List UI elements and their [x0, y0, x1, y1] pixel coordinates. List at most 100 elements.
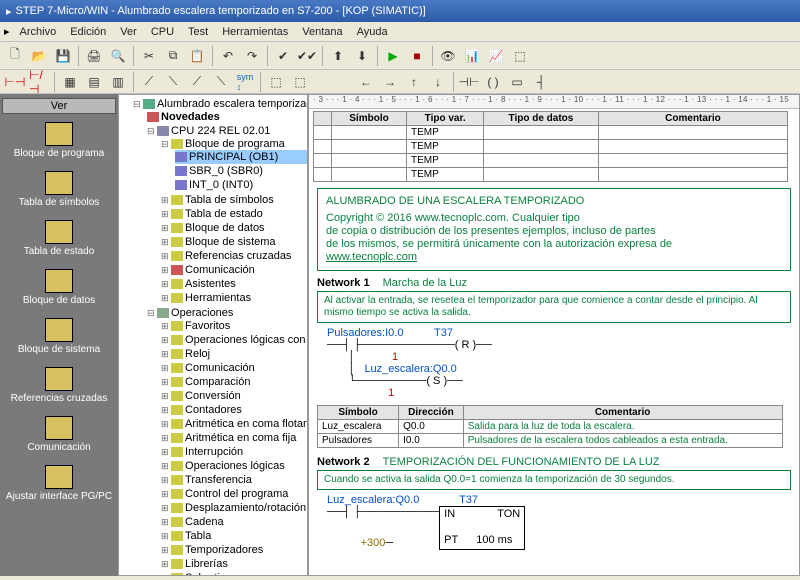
- ton-box[interactable]: IN TON PT 100 ms: [439, 506, 525, 550]
- stop-button[interactable]: ■: [406, 45, 428, 67]
- network-1-header[interactable]: Network 1 Marcha de la Luz: [317, 277, 791, 289]
- menu-ayuda[interactable]: Ayuda: [351, 24, 394, 40]
- net2-button[interactable]: ▤: [83, 71, 105, 93]
- tree-node[interactable]: Tabla de símbolos: [161, 193, 307, 207]
- network-1-ladder[interactable]: Pulsadores:I0.0 T37 ──┤ ├────────────( R…: [327, 327, 791, 399]
- net-button[interactable]: ▦: [59, 71, 81, 93]
- tree-op-node[interactable]: Aritmética en coma fija: [161, 431, 307, 445]
- tree-op-node[interactable]: Conversión: [161, 389, 307, 403]
- tool-b[interactable]: ⬚: [289, 71, 311, 93]
- tree-node[interactable]: Comunicación: [161, 263, 307, 277]
- redo-button[interactable]: ↷: [241, 45, 263, 67]
- network-2-comment[interactable]: Cuando se activa la salida Q0.0=1 comien…: [317, 470, 791, 490]
- undo-button[interactable]: ↶: [217, 45, 239, 67]
- new-button[interactable]: 🗋: [4, 45, 26, 67]
- table-row[interactable]: TEMP: [314, 168, 788, 182]
- comment-link[interactable]: www.tecnoplc.com: [326, 251, 417, 263]
- run-button[interactable]: ▶: [382, 45, 404, 67]
- tree-node[interactable]: Herramientas: [161, 291, 307, 305]
- tree-operaciones[interactable]: Operaciones FavoritosOperaciones lógicas…: [147, 306, 307, 576]
- tree-principal[interactable]: PRINCIPAL (OB1): [175, 150, 307, 164]
- network-1-comment[interactable]: Al activar la entrada, se resetea el tem…: [317, 291, 791, 323]
- compile-button[interactable]: ✔: [272, 45, 294, 67]
- tree-op-node[interactable]: Control del programa: [161, 487, 307, 501]
- compile-all-button[interactable]: ✔✔: [296, 45, 318, 67]
- line-up-button[interactable]: ↑: [403, 71, 425, 93]
- nav-comunicacion[interactable]: Comunicación: [25, 412, 92, 457]
- project-tree[interactable]: Alumbrado escalera temporizado e Novedad…: [118, 94, 308, 576]
- table-row[interactable]: TEMP: [314, 140, 788, 154]
- chart-button[interactable]: 📈: [485, 45, 507, 67]
- nav-tabla-simbolos[interactable]: Tabla de símbolos: [17, 167, 102, 212]
- contact-nc-button[interactable]: ⊢/⊣: [28, 71, 50, 93]
- nav-interface[interactable]: Ajustar interface PG/PC: [4, 461, 114, 506]
- table-row[interactable]: Luz_escaleraQ0.0Salida para la luz de to…: [318, 420, 783, 434]
- nav-tabla-estado[interactable]: Tabla de estado: [22, 216, 97, 261]
- tree-node[interactable]: Bloque de datos: [161, 221, 307, 235]
- nav-bloque-sistema[interactable]: Bloque de sistema: [16, 314, 102, 359]
- tree-int[interactable]: INT_0 (INT0): [175, 178, 307, 192]
- nav-referencias[interactable]: Referencias cruzadas: [9, 363, 110, 408]
- sym-toggle-button[interactable]: sym↕: [234, 71, 256, 93]
- menu-archivo[interactable]: Archivo: [14, 24, 63, 40]
- network-2-header[interactable]: Network 2 TEMPORIZACIÓN DEL FUNCIONAMIEN…: [317, 456, 791, 468]
- tree-op-node[interactable]: Operaciones lógicas: [161, 459, 307, 473]
- menu-cpu[interactable]: CPU: [145, 24, 180, 40]
- tree-op-node[interactable]: Tabla: [161, 529, 307, 543]
- contact-no-button[interactable]: ⊢⊣: [4, 71, 26, 93]
- tree-op-node[interactable]: Comparación: [161, 375, 307, 389]
- network-1-symbol-table[interactable]: SímboloDirecciónComentario Luz_escaleraQ…: [317, 405, 783, 448]
- program-header-comment[interactable]: ALUMBRADO DE UNA ESCALERA TEMPORIZADO Co…: [317, 188, 791, 271]
- extra-button[interactable]: ⬚: [509, 45, 531, 67]
- probe2-button[interactable]: ⟍: [162, 71, 184, 93]
- line-down-button[interactable]: ↓: [427, 71, 449, 93]
- tree-op-node[interactable]: Transferencia: [161, 473, 307, 487]
- tree-op-node[interactable]: Operaciones lógicas con bits: [161, 333, 307, 347]
- tree-sbr[interactable]: SBR_0 (SBR0): [175, 164, 307, 178]
- tree-root[interactable]: Alumbrado escalera temporizado e Novedad…: [133, 97, 307, 576]
- insert-branch-button[interactable]: ┤: [530, 71, 552, 93]
- tree-op-node[interactable]: Reloj: [161, 347, 307, 361]
- table-row[interactable]: PulsadoresI0.0Pulsadores de la escalera …: [318, 434, 783, 448]
- preview-button[interactable]: 🔍: [107, 45, 129, 67]
- tree-op-node[interactable]: Favoritos: [161, 319, 307, 333]
- tool-a[interactable]: ⬚: [265, 71, 287, 93]
- line-right-button[interactable]: →: [379, 71, 401, 93]
- tree-node[interactable]: Asistentes: [161, 277, 307, 291]
- upload-button[interactable]: ⬆: [327, 45, 349, 67]
- probe4-button[interactable]: ⟍: [210, 71, 232, 93]
- editor-area[interactable]: · 3 · · · 1 · 4 · · · 1 · 5 · · · 1 · 6 …: [308, 94, 800, 576]
- menu-herramientas[interactable]: Herramientas: [216, 24, 294, 40]
- download-button[interactable]: ⬇: [351, 45, 373, 67]
- tree-op-node[interactable]: Aritmética en coma flotante: [161, 417, 307, 431]
- status-button[interactable]: 📊: [461, 45, 483, 67]
- menu-test[interactable]: Test: [182, 24, 214, 40]
- paste-button[interactable]: 📋: [186, 45, 208, 67]
- tree-op-node[interactable]: Cadena: [161, 515, 307, 529]
- local-var-table[interactable]: Símbolo Tipo var. Tipo de datos Comentar…: [313, 111, 788, 182]
- table-row[interactable]: TEMP: [314, 154, 788, 168]
- tree-op-node[interactable]: Librerías: [161, 557, 307, 571]
- table-row[interactable]: TEMP: [314, 126, 788, 140]
- monitor-button[interactable]: 👁: [437, 45, 459, 67]
- tree-op-node[interactable]: Desplazamiento/rotación: [161, 501, 307, 515]
- tree-node[interactable]: Tabla de estado: [161, 207, 307, 221]
- menu-ver[interactable]: Ver: [114, 24, 143, 40]
- tree-node[interactable]: Referencias cruzadas: [161, 249, 307, 263]
- tree-bloque-programa[interactable]: Bloque de programa PRINCIPAL (OB1) SBR_0…: [161, 137, 307, 193]
- cut-button[interactable]: ✂: [138, 45, 160, 67]
- tree-cpu[interactable]: CPU 224 REL 02.01 Bloque de programa PRI…: [147, 124, 307, 306]
- probe3-button[interactable]: ⟋: [186, 71, 208, 93]
- tree-op-node[interactable]: Subrutinas: [161, 571, 307, 576]
- tree-op-node[interactable]: Temporizadores: [161, 543, 307, 557]
- tree-op-node[interactable]: Comunicación: [161, 361, 307, 375]
- menu-ventana[interactable]: Ventana: [296, 24, 348, 40]
- print-button[interactable]: 🖨: [83, 45, 105, 67]
- save-button[interactable]: 💾: [52, 45, 74, 67]
- insert-contact-button[interactable]: ⊣⊢: [458, 71, 480, 93]
- tree-novedades[interactable]: Novedades: [147, 110, 307, 124]
- menu-edicion[interactable]: Edición: [64, 24, 112, 40]
- nav-bloque-datos[interactable]: Bloque de datos: [21, 265, 97, 310]
- tree-op-node[interactable]: Interrupción: [161, 445, 307, 459]
- tree-op-node[interactable]: Contadores: [161, 403, 307, 417]
